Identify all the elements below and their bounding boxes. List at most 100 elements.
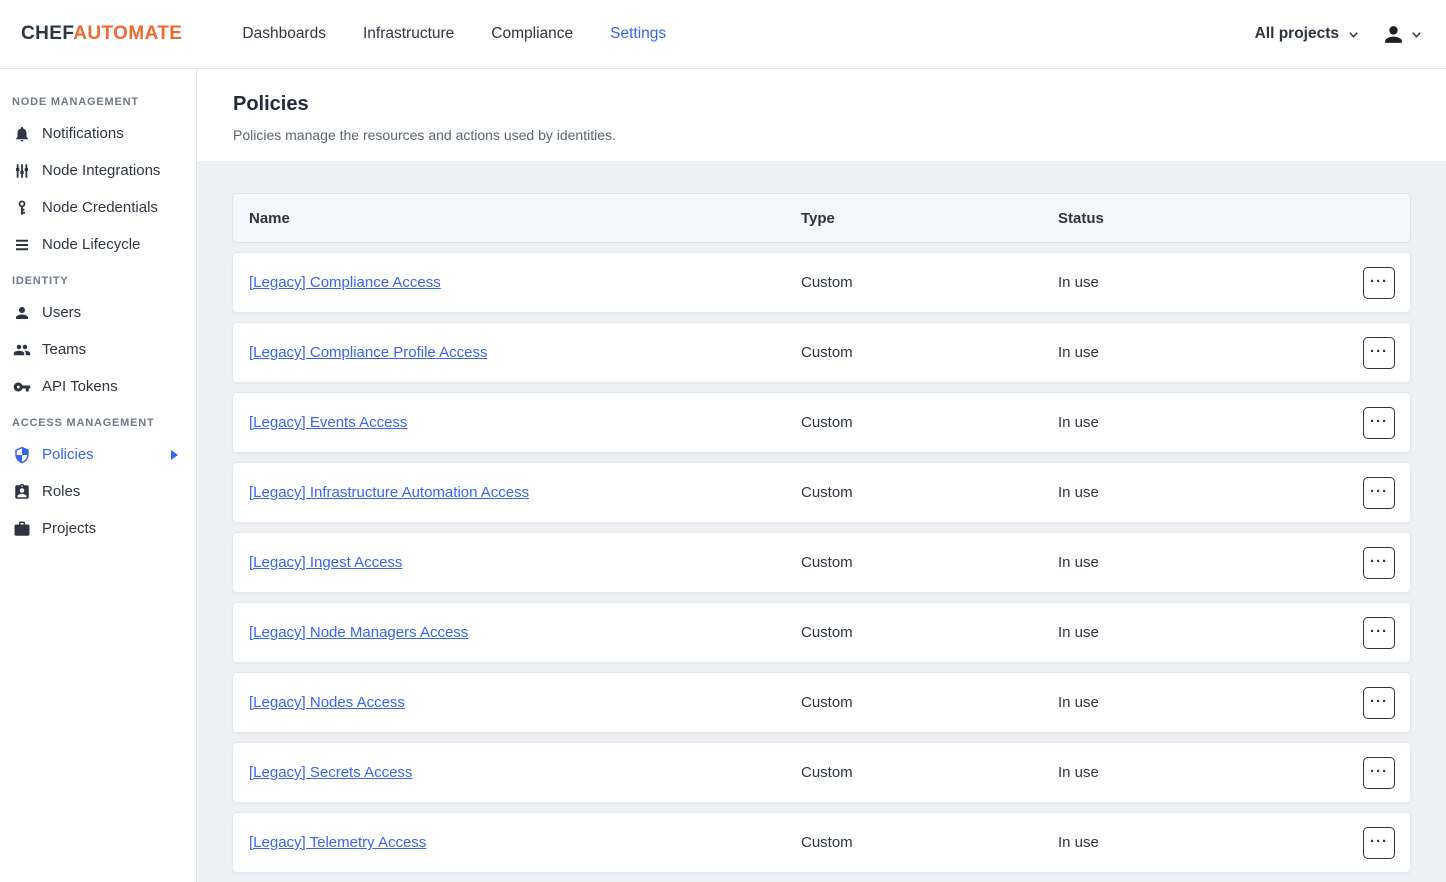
more-options-button[interactable]: ···	[1363, 687, 1395, 719]
top-navigation: CHEFAUTOMATE Dashboards Infrastructure C…	[0, 0, 1446, 69]
table-row: [Legacy] Telemetry Access Custom In use …	[232, 812, 1411, 873]
key-icon	[13, 378, 31, 396]
more-options-button[interactable]: ···	[1363, 267, 1395, 299]
policy-status: In use	[1058, 764, 1349, 781]
policy-link[interactable]: [Legacy] Node Managers Access	[249, 624, 468, 641]
policy-link[interactable]: [Legacy] Compliance Profile Access	[249, 344, 487, 361]
sidebar-item-policies[interactable]: Policies	[0, 436, 196, 473]
column-header-status: Status	[1058, 210, 1349, 227]
more-options-button[interactable]: ···	[1363, 477, 1395, 509]
nav-dashboards[interactable]: Dashboards	[242, 25, 326, 43]
sidebar-item-label: Policies	[42, 446, 94, 463]
policy-link[interactable]: [Legacy] Events Access	[249, 414, 407, 431]
table-row: [Legacy] Nodes Access Custom In use ···	[232, 672, 1411, 733]
sidebar-item-node-lifecycle[interactable]: Node Lifecycle	[0, 226, 196, 263]
table-row: [Legacy] Node Managers Access Custom In …	[232, 602, 1411, 663]
policy-status: In use	[1058, 274, 1349, 291]
policy-type: Custom	[801, 834, 1058, 851]
policy-link[interactable]: [Legacy] Ingest Access	[249, 554, 402, 571]
policy-link[interactable]: [Legacy] Infrastructure Automation Acces…	[249, 484, 529, 501]
table-row: [Legacy] Infrastructure Automation Acces…	[232, 462, 1411, 523]
sidebar-item-notifications[interactable]: Notifications	[0, 115, 196, 152]
policy-type: Custom	[801, 274, 1058, 291]
sidebar-item-label: Users	[42, 304, 81, 321]
policies-table-area: Name Type Status [Legacy] Compliance Acc…	[197, 161, 1446, 882]
policy-link[interactable]: [Legacy] Secrets Access	[249, 764, 412, 781]
policy-type: Custom	[801, 624, 1058, 641]
policy-type: Custom	[801, 484, 1058, 501]
briefcase-icon	[13, 520, 31, 538]
sidebar-item-node-integrations[interactable]: Node Integrations	[0, 152, 196, 189]
table-row: [Legacy] Compliance Profile Access Custo…	[232, 322, 1411, 383]
sidebar-item-teams[interactable]: Teams	[0, 331, 196, 368]
policy-status: In use	[1058, 834, 1349, 851]
policy-status: In use	[1058, 484, 1349, 501]
table-row: [Legacy] Secrets Access Custom In use ··…	[232, 742, 1411, 803]
chevron-down-icon	[1348, 29, 1359, 40]
projects-filter-label: All projects	[1255, 25, 1339, 43]
active-item-arrow-icon	[171, 450, 178, 460]
sidebar-item-label: Roles	[42, 483, 80, 500]
table-row: [Legacy] Ingest Access Custom In use ···	[232, 532, 1411, 593]
more-options-button[interactable]: ···	[1363, 337, 1395, 369]
page-subtitle: Policies manage the resources and action…	[233, 127, 1411, 143]
policy-link[interactable]: [Legacy] Nodes Access	[249, 694, 405, 711]
policy-status: In use	[1058, 414, 1349, 431]
nav-compliance[interactable]: Compliance	[491, 25, 573, 43]
nav-settings[interactable]: Settings	[610, 25, 666, 43]
sidebar-item-node-credentials[interactable]: Node Credentials	[0, 189, 196, 226]
policy-status: In use	[1058, 554, 1349, 571]
column-header-type: Type	[801, 210, 1058, 227]
policy-status: In use	[1058, 344, 1349, 361]
policy-type: Custom	[801, 694, 1058, 711]
policy-link[interactable]: [Legacy] Compliance Access	[249, 274, 441, 291]
page-title: Policies	[233, 93, 1411, 116]
main-content: Policies Policies manage the resources a…	[197, 69, 1446, 882]
column-header-name: Name	[249, 210, 801, 227]
policy-link[interactable]: [Legacy] Telemetry Access	[249, 834, 426, 851]
more-options-button[interactable]: ···	[1363, 757, 1395, 789]
list-icon	[13, 236, 31, 254]
user-avatar-icon	[1381, 22, 1406, 47]
person-icon	[13, 304, 31, 322]
more-options-button[interactable]: ···	[1363, 617, 1395, 649]
logo-chef: CHEF	[21, 23, 73, 44]
chef-automate-logo[interactable]: CHEFAUTOMATE	[21, 23, 182, 45]
policy-status: In use	[1058, 694, 1349, 711]
policy-type: Custom	[801, 344, 1058, 361]
nav-infrastructure[interactable]: Infrastructure	[363, 25, 454, 43]
people-icon	[13, 341, 31, 359]
sidebar-section-node-management: NODE MANAGEMENT	[0, 84, 196, 115]
bell-icon	[13, 125, 31, 143]
sidebar-item-label: Node Integrations	[42, 162, 160, 179]
sidebar-section-access-management: ACCESS MANAGEMENT	[0, 405, 196, 436]
policy-type: Custom	[801, 414, 1058, 431]
sidebar-item-label: Node Lifecycle	[42, 236, 140, 253]
policy-type: Custom	[801, 554, 1058, 571]
main-nav: Dashboards Infrastructure Compliance Set…	[242, 25, 666, 43]
page-header: Policies Policies manage the resources a…	[197, 69, 1446, 161]
more-options-button[interactable]: ···	[1363, 407, 1395, 439]
sidebar-item-label: Projects	[42, 520, 96, 537]
sidebar-item-roles[interactable]: Roles	[0, 473, 196, 510]
key-vertical-icon	[13, 199, 31, 217]
projects-filter-dropdown[interactable]: All projects	[1255, 25, 1359, 43]
topnav-right: All projects	[1255, 22, 1422, 47]
table-row: [Legacy] Compliance Access Custom In use…	[232, 252, 1411, 313]
more-options-button[interactable]: ···	[1363, 547, 1395, 579]
badge-icon	[13, 483, 31, 501]
shield-icon	[13, 446, 31, 464]
table-header-row: Name Type Status	[232, 193, 1411, 243]
settings-sidebar: NODE MANAGEMENT Notifications Node Integ…	[0, 69, 197, 882]
sidebar-item-api-tokens[interactable]: API Tokens	[0, 368, 196, 405]
table-row: [Legacy] Events Access Custom In use ···	[232, 392, 1411, 453]
user-menu[interactable]	[1381, 22, 1422, 47]
sidebar-section-identity: IDENTITY	[0, 263, 196, 294]
sidebar-item-label: Node Credentials	[42, 199, 158, 216]
sidebar-item-label: API Tokens	[42, 378, 118, 395]
policy-type: Custom	[801, 764, 1058, 781]
more-options-button[interactable]: ···	[1363, 827, 1395, 859]
sidebar-item-users[interactable]: Users	[0, 294, 196, 331]
sidebar-item-projects[interactable]: Projects	[0, 510, 196, 547]
chevron-down-icon	[1411, 29, 1422, 40]
